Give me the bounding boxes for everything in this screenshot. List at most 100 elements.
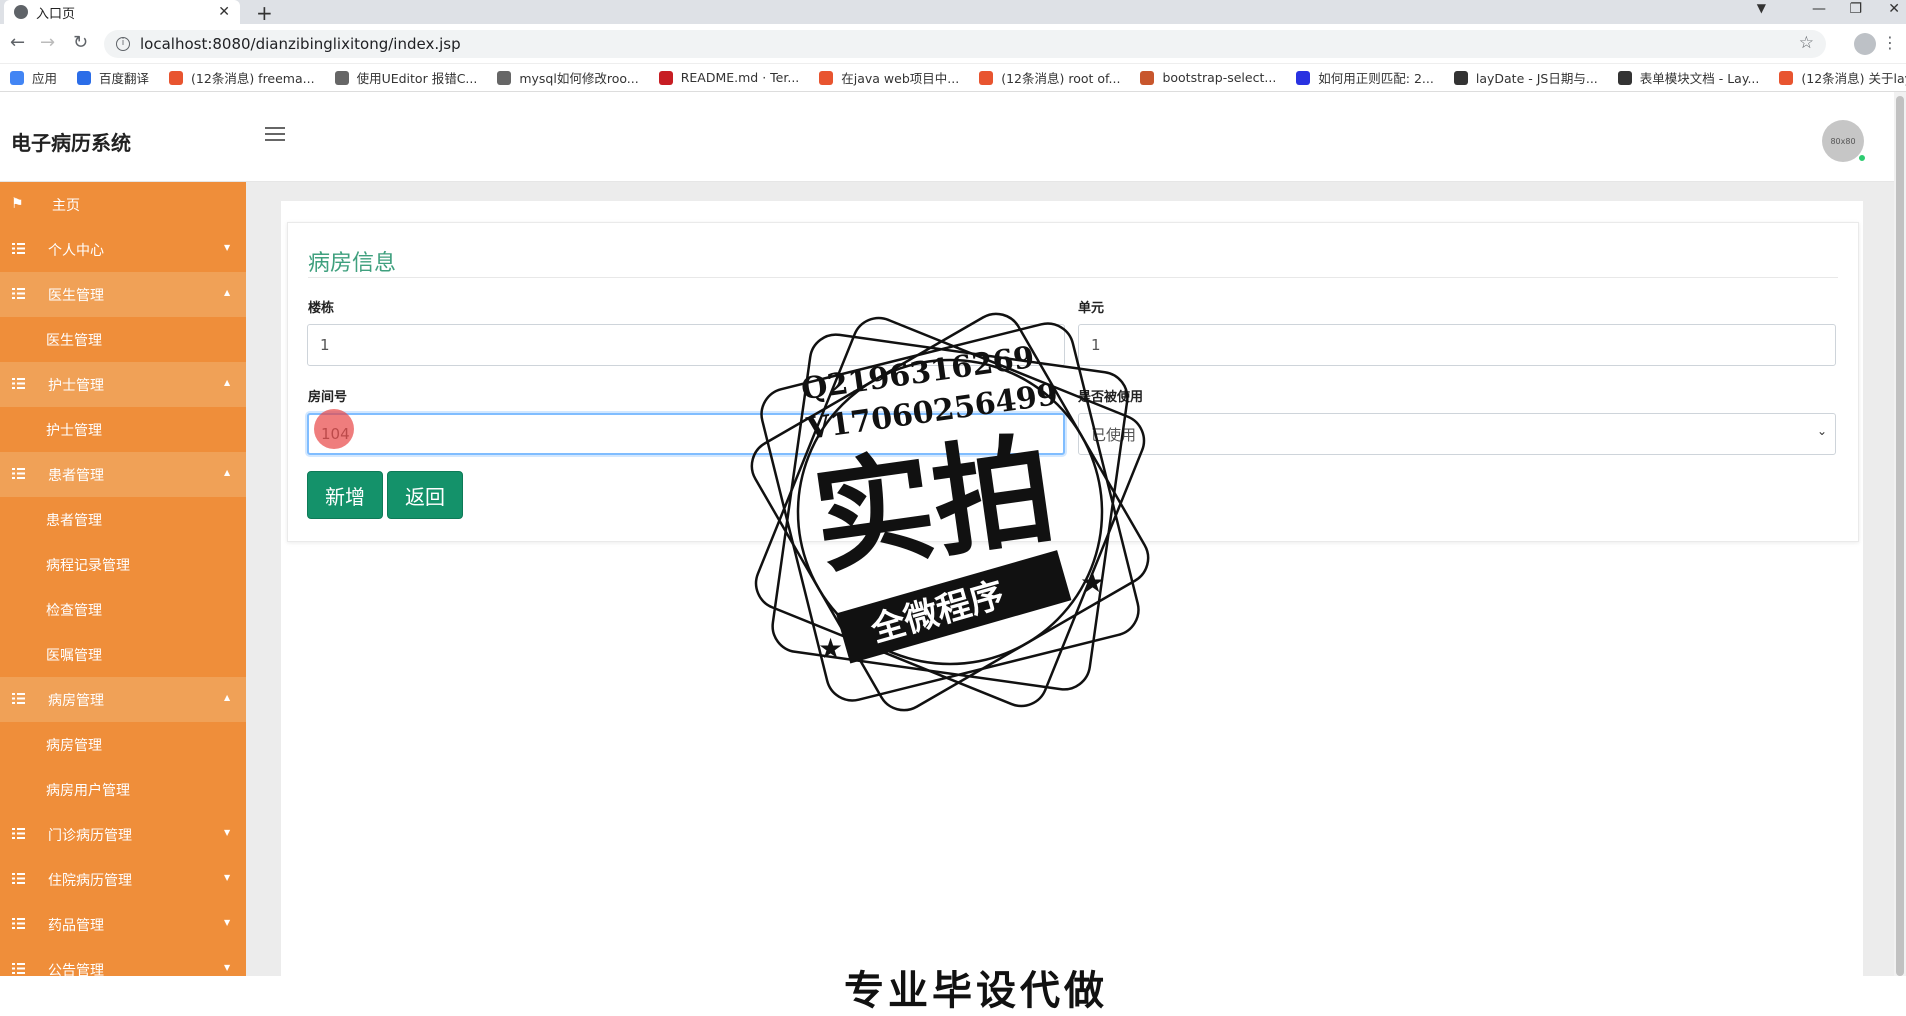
sidebar-subitem[interactable]: 患者管理: [0, 497, 246, 542]
new-tab-icon[interactable]: +: [256, 1, 273, 25]
bookmark-favicon-icon: [658, 70, 673, 85]
reload-icon[interactable]: ↻: [73, 32, 88, 53]
in-use-select[interactable]: 已使用 ⌄: [1078, 413, 1836, 455]
bookmark-label: README.md · Ter...: [680, 70, 800, 85]
bookmark-favicon-icon: [497, 70, 512, 85]
bookmark-item[interactable]: README.md · Ter...: [658, 70, 800, 85]
sidebar-subitem[interactable]: 医生管理: [0, 317, 246, 362]
chevron-down-icon: ⌄: [1816, 424, 1827, 438]
sidebar-group-3[interactable]: 护士管理 ▲: [0, 362, 246, 407]
caret-down-icon: ▼: [224, 828, 231, 837]
sidebar-subitem[interactable]: 病房管理: [0, 722, 246, 767]
caret-up-icon: ▲: [224, 378, 231, 387]
bookmark-item[interactable]: 在java web项目中...: [819, 68, 959, 87]
bookmark-label: (12条消息) root of...: [1001, 71, 1121, 86]
caret-down-icon: ▼: [224, 918, 231, 927]
bookmark-item[interactable]: 如何用正则匹配: 2...: [1296, 68, 1434, 87]
sidebar-group-6[interactable]: 门诊病历管理 ▼: [0, 812, 246, 857]
bookmarks-bar: 应用 百度翻译 (12条消息) freema... 使用UEditor 报错C... m…: [0, 64, 1906, 92]
scrollbar-thumb[interactable]: [1896, 96, 1904, 976]
bookmark-label: mysql如何修改roo...: [519, 71, 639, 86]
bookmark-item[interactable]: (12条消息) freema...: [169, 68, 315, 87]
restore-icon[interactable]: ❐: [1849, 1, 1862, 17]
sidebar-subitem[interactable]: 医嘱管理: [0, 632, 246, 677]
app-header: 电子病历系统 80x80: [0, 92, 1906, 182]
list-grid-icon: [12, 378, 25, 389]
bookmark-favicon-icon: [77, 70, 92, 85]
bookmark-favicon-icon: [1140, 70, 1155, 85]
hamburger-menu-icon[interactable]: [265, 127, 285, 145]
bookmark-item[interactable]: (12条消息) 关于lay...: [1779, 68, 1906, 87]
list-grid-icon: [12, 243, 25, 254]
caret-down-icon: ▼: [224, 873, 231, 882]
sidebar-item-label: 主页: [52, 197, 80, 214]
minimize-icon[interactable]: —: [1812, 1, 1826, 17]
sidebar-group-label: 住院病历管理: [48, 872, 132, 889]
sidebar: ⚑ 主页 个人中心 ▼ 医生管理 ▲ 医生管理 护士管理 ▲ 护士管理 患者管理 ▲ 患者管理 病程记…: [0, 182, 246, 976]
tab-search-icon[interactable]: ▼: [1757, 1, 1766, 15]
bookmark-item[interactable]: 应用: [10, 68, 57, 87]
bookmark-favicon-icon: [1453, 70, 1468, 85]
profile-icon[interactable]: [1854, 33, 1876, 55]
bookmark-item[interactable]: 表单模块文档 - Lay...: [1617, 68, 1760, 87]
sidebar-subitem[interactable]: 病房用户管理: [0, 767, 246, 812]
close-tab-icon[interactable]: ✕: [218, 4, 230, 20]
add-button[interactable]: 新增: [307, 471, 383, 519]
browser-tab[interactable]: 入口页 ✕: [4, 0, 240, 24]
sidebar-group-8[interactable]: 药品管理 ▼: [0, 902, 246, 947]
list-grid-icon: [12, 468, 25, 479]
bookmark-favicon-icon: [1296, 70, 1311, 85]
sidebar-group-label: 患者管理: [48, 467, 104, 484]
unit-input[interactable]: 1: [1078, 324, 1836, 366]
sidebar-group-2[interactable]: 医生管理 ▲: [0, 272, 246, 317]
bookmark-favicon-icon: [334, 70, 349, 85]
sidebar-item-home[interactable]: ⚑ 主页: [0, 182, 246, 227]
star-icon: ★: [818, 632, 843, 665]
sidebar-group-7[interactable]: 住院病历管理 ▼: [0, 857, 246, 902]
sidebar-subitem[interactable]: 病程记录管理: [0, 542, 246, 587]
sidebar-subitem[interactable]: 检查管理: [0, 587, 246, 632]
forward-icon[interactable]: →: [40, 32, 55, 53]
bookmark-item[interactable]: layDate - JS日期与...: [1453, 68, 1598, 87]
room-number-label: 房间号: [308, 390, 348, 405]
bookmark-label: (12条消息) freema...: [191, 71, 315, 86]
bookmark-item[interactable]: 使用UEditor 报错C...: [334, 68, 478, 87]
watermark-stamp: Q2196316269 V17060256499 实拍 全微程序 ★ ★: [750, 312, 1150, 712]
bookmark-item[interactable]: mysql如何修改roo...: [497, 68, 639, 87]
sidebar-group-label: 公告管理: [48, 962, 104, 977]
caret-up-icon: ▲: [224, 468, 231, 477]
bookmark-label: 表单模块文档 - Lay...: [1639, 71, 1760, 86]
bookmark-item[interactable]: bootstrap-select...: [1140, 70, 1276, 85]
sidebar-group-4[interactable]: 患者管理 ▲: [0, 452, 246, 497]
url-field[interactable]: i localhost:8080/dianzibinglixitong/inde…: [104, 30, 1826, 58]
back-icon[interactable]: ←: [10, 32, 25, 53]
bookmark-star-icon[interactable]: ☆: [1799, 33, 1814, 53]
menu-kebab-icon[interactable]: ⋮: [1882, 33, 1898, 52]
address-bar: ← → ↻ i localhost:8080/dianzibinglixiton…: [0, 24, 1906, 64]
bookmark-item[interactable]: 百度翻译: [77, 68, 149, 87]
back-button[interactable]: 返回: [387, 471, 463, 519]
sidebar-subitem[interactable]: 护士管理: [0, 407, 246, 452]
building-label: 楼栋: [308, 301, 335, 316]
sidebar-group-9[interactable]: 公告管理 ▼: [0, 947, 246, 976]
globe-icon: [14, 5, 28, 19]
bookmark-item[interactable]: (12条消息) root of...: [979, 68, 1120, 87]
sidebar-group-label: 医生管理: [48, 287, 104, 304]
sidebar-group-label: 门诊病历管理: [48, 827, 132, 844]
list-grid-icon: [12, 918, 25, 929]
bookmark-label: (12条消息) 关于lay...: [1801, 71, 1906, 86]
bookmark-label: layDate - JS日期与...: [1475, 71, 1598, 86]
window-close-icon[interactable]: ✕: [1888, 1, 1900, 17]
list-grid-icon: [12, 963, 25, 974]
info-icon[interactable]: i: [116, 37, 130, 51]
bookmark-label: 使用UEditor 报错C...: [356, 71, 478, 86]
list-grid-icon: [12, 873, 25, 884]
caret-up-icon: ▲: [224, 288, 231, 297]
sidebar-group-5[interactable]: 病房管理 ▲: [0, 677, 246, 722]
bookmark-label: 在java web项目中...: [841, 71, 960, 86]
bookmark-label: 如何用正则匹配: 2...: [1318, 71, 1434, 86]
app-title: 电子病历系统: [11, 131, 131, 155]
divider: [308, 277, 1838, 278]
click-indicator: [314, 409, 354, 449]
sidebar-group-1[interactable]: 个人中心 ▼: [0, 227, 246, 272]
